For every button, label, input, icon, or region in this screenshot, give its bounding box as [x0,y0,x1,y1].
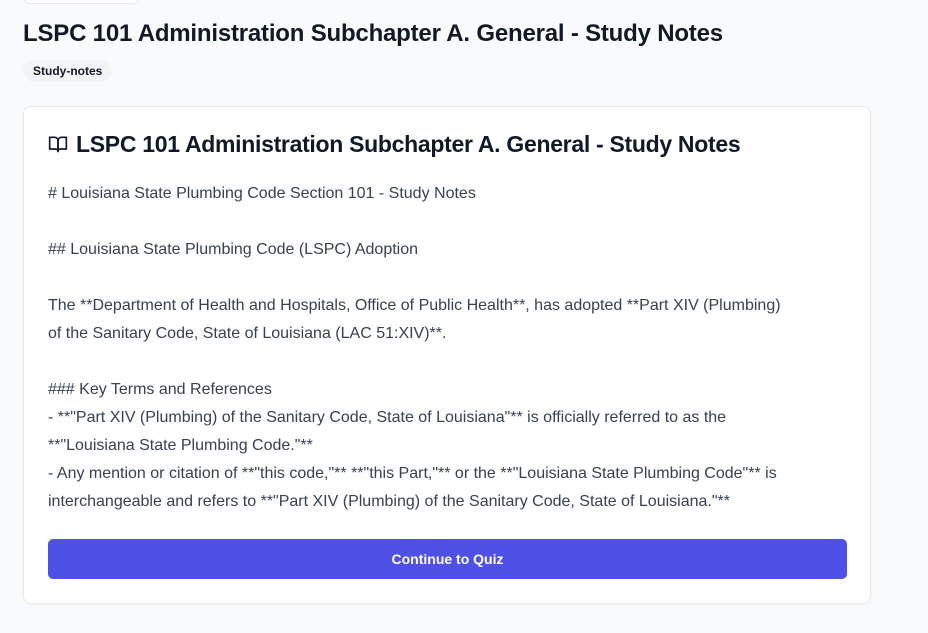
notes-line: - **"Part XIV (Plumbing) of the Sanitary… [48,409,727,426]
notes-line: - Any mention or citation of **"this cod… [48,465,777,482]
previous-card-edge [23,0,140,4]
notes-line: The **Department of Health and Hospitals… [48,297,781,314]
notes-line [48,348,848,376]
notes-line: of the Sanitary Code, State of Louisiana… [48,325,447,342]
continue-to-quiz-button[interactable]: Continue to Quiz [48,539,847,579]
card-header: LSPC 101 Administration Subchapter A. Ge… [48,129,741,159]
notes-line [48,264,848,292]
notes-line: ### Key Terms and References [48,381,272,398]
notes-line: interchangeable and refers to **"Part XI… [48,493,730,510]
notes-line: ## Louisiana State Plumbing Code (LSPC) … [48,241,419,258]
notes-line: # Louisiana State Plumbing Code Section … [48,185,476,202]
study-notes-content: # Louisiana State Plumbing Code Section … [48,180,848,516]
category-tag: Study-notes [23,60,113,82]
notes-line [48,208,848,236]
study-notes-card: LSPC 101 Administration Subchapter A. Ge… [23,106,871,604]
page-title: LSPC 101 Administration Subchapter A. Ge… [23,20,723,47]
notes-line: **"Louisiana State Plumbing Code."** [48,437,313,454]
book-open-icon [48,134,68,154]
card-title: LSPC 101 Administration Subchapter A. Ge… [76,130,741,157]
